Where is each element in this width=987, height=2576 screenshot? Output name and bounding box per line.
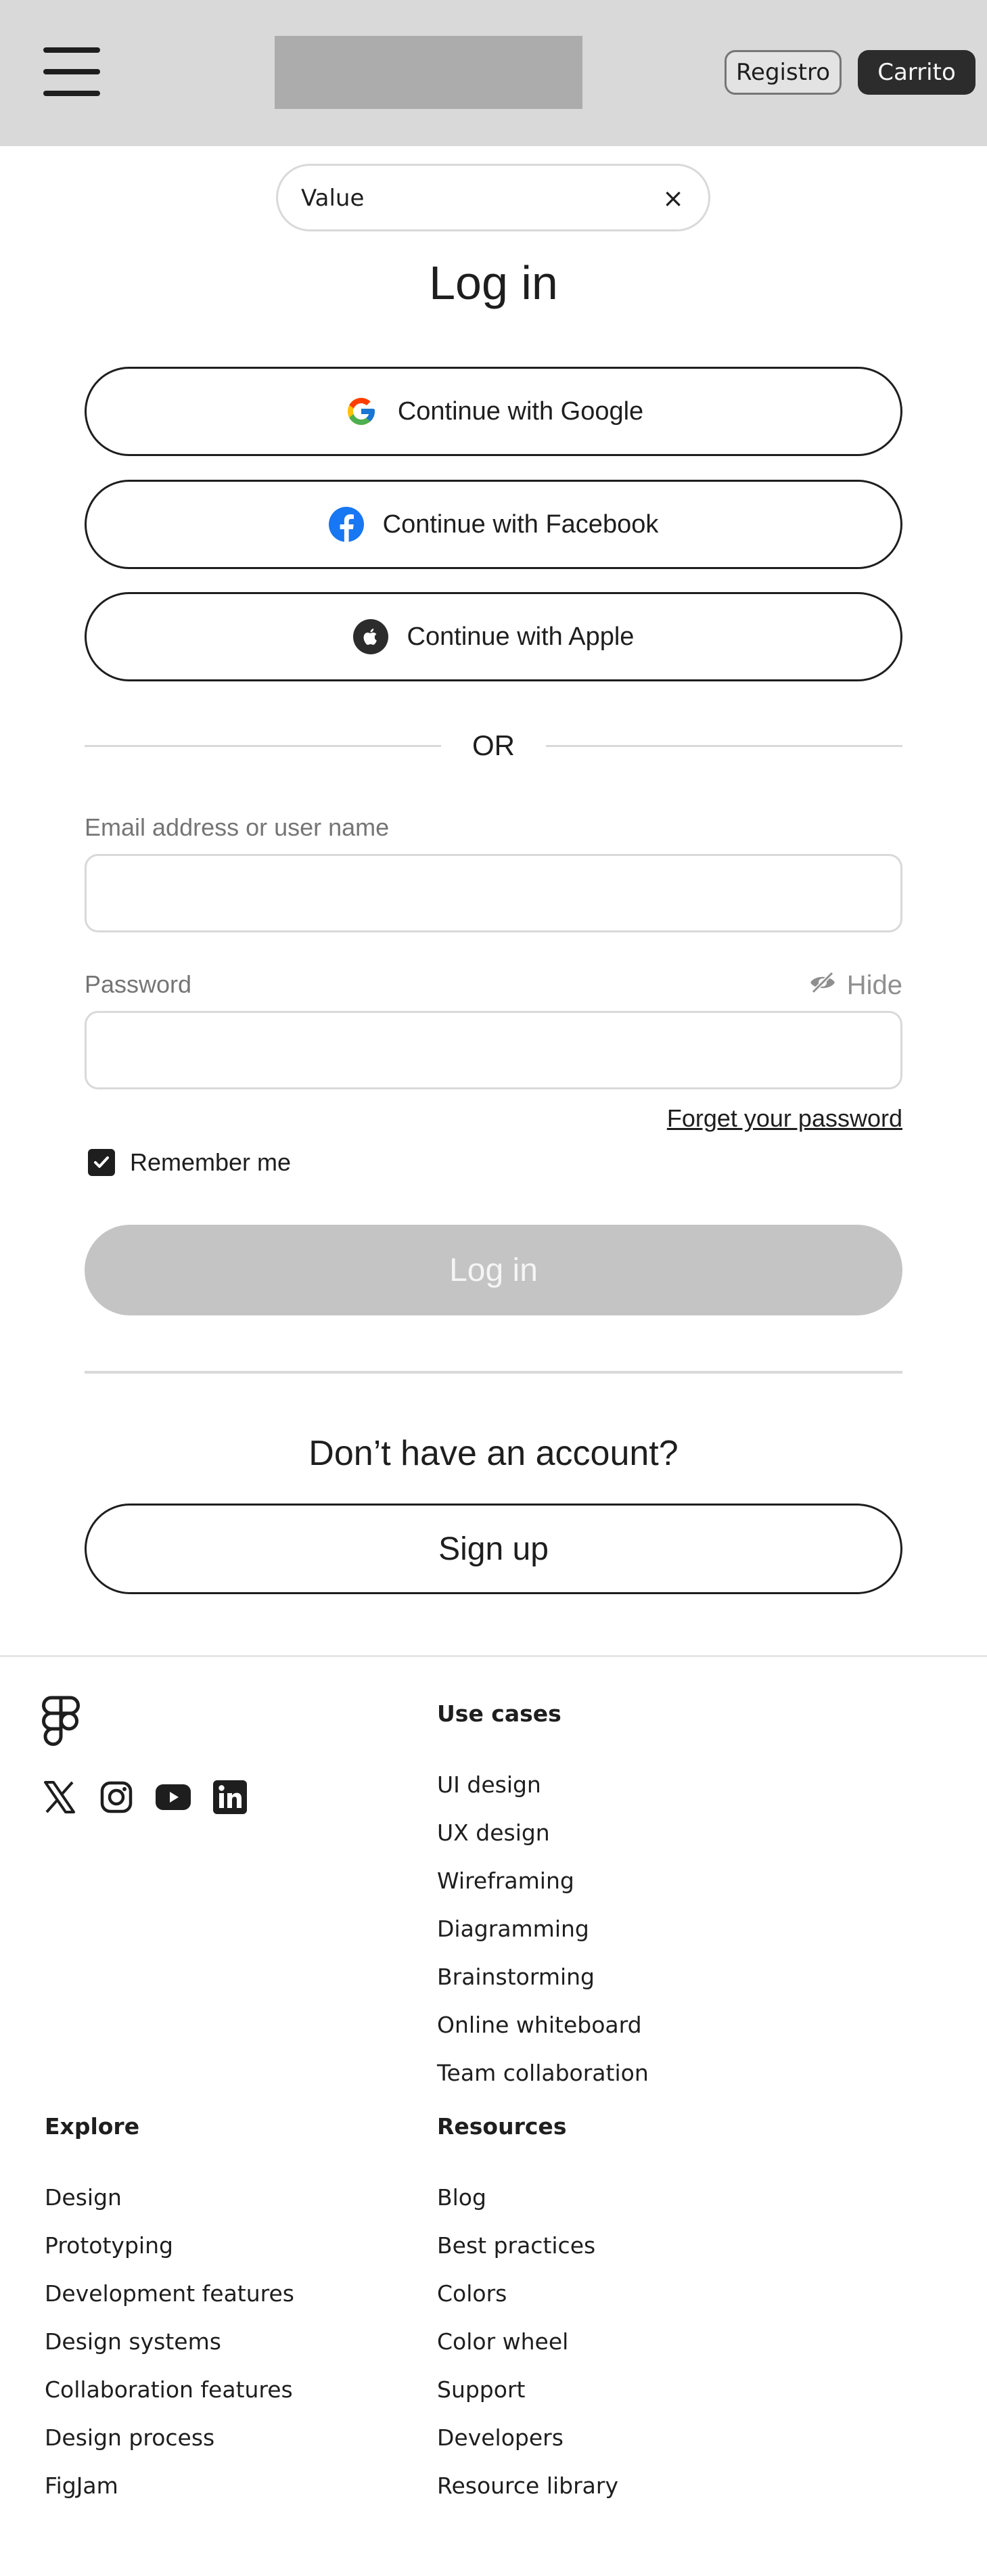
footer-link[interactable]: Development features <box>45 2280 294 2328</box>
footer-link[interactable]: Blog <box>437 2184 618 2232</box>
hide-label: Hide <box>846 970 902 1000</box>
footer-explore-title: Explore <box>45 2113 140 2140</box>
footer-resources-title: Resources <box>437 2113 567 2140</box>
footer-use-cases-title: Use cases <box>437 1700 561 1727</box>
footer-link[interactable]: Diagramming <box>437 1916 649 1964</box>
footer-link[interactable]: Support <box>437 2376 618 2424</box>
figma-logo-icon[interactable] <box>42 1696 80 1753</box>
footer-use-cases-list: UI design UX design Wireframing Diagramm… <box>437 1771 649 2108</box>
sign-up-button[interactable]: Sign up <box>85 1504 902 1594</box>
google-icon <box>344 394 379 429</box>
registro-button[interactable]: Registro <box>725 50 842 95</box>
footer-link[interactable]: Design process <box>45 2424 294 2472</box>
x-icon[interactable] <box>42 1780 77 1815</box>
logo-placeholder <box>275 36 582 109</box>
footer-link[interactable]: FigJam <box>45 2472 294 2521</box>
continue-with-facebook-button[interactable]: Continue with Facebook <box>85 480 902 569</box>
continue-with-google-button[interactable]: Continue with Google <box>85 367 902 456</box>
search-input-value: Value <box>301 185 365 212</box>
hide-password-toggle[interactable]: Hide <box>809 970 902 1001</box>
facebook-button-label: Continue with Facebook <box>382 510 659 539</box>
footer-link[interactable]: Team collaboration <box>437 2060 649 2108</box>
remember-me-label: Remember me <box>130 1148 292 1176</box>
email-field-label: Email address or user name <box>85 813 390 841</box>
log-in-button[interactable]: Log in <box>85 1225 902 1315</box>
footer-explore-list: Design Prototyping Development features … <box>45 2184 294 2521</box>
top-header: Registro Carrito <box>0 0 987 146</box>
footer-link[interactable]: Best practices <box>437 2232 618 2280</box>
no-account-prompt: Don’t have an account? <box>308 1434 679 1473</box>
email-field[interactable] <box>85 854 902 932</box>
continue-with-apple-button[interactable]: Continue with Apple <box>85 592 902 681</box>
password-field-label: Password <box>85 970 192 998</box>
footer-link[interactable]: UI design <box>437 1771 649 1820</box>
forgot-password-link[interactable]: Forget your password <box>667 1104 902 1133</box>
hamburger-menu-icon[interactable] <box>43 47 100 96</box>
close-icon[interactable]: × <box>658 183 688 213</box>
apple-button-label: Continue with Apple <box>407 622 635 651</box>
footer-link[interactable]: Colors <box>437 2280 618 2328</box>
footer-link[interactable]: Collaboration features <box>45 2376 294 2424</box>
footer-link[interactable]: Color wheel <box>437 2328 618 2376</box>
checkmark-icon <box>88 1149 115 1176</box>
apple-icon <box>352 619 388 654</box>
footer-link[interactable]: Design <box>45 2184 294 2232</box>
remember-me-checkbox[interactable]: Remember me <box>88 1148 291 1177</box>
footer-link[interactable]: Wireframing <box>437 1868 649 1916</box>
social-links <box>42 1780 248 1815</box>
footer-link[interactable]: Brainstorming <box>437 1964 649 2012</box>
divider <box>85 1371 902 1374</box>
carrito-button[interactable]: Carrito <box>858 50 975 95</box>
footer-link[interactable]: Developers <box>437 2424 618 2472</box>
footer-resources-list: Blog Best practices Colors Color wheel S… <box>437 2184 618 2521</box>
search-input[interactable]: Value × <box>276 164 710 231</box>
footer-link[interactable]: Resource library <box>437 2472 618 2521</box>
linkedin-icon[interactable] <box>212 1780 248 1815</box>
facebook-icon <box>328 507 364 542</box>
or-divider-right <box>546 745 902 747</box>
password-field[interactable] <box>85 1011 902 1089</box>
instagram-icon[interactable] <box>99 1780 134 1815</box>
page-title: Log in <box>429 256 558 309</box>
eye-off-icon <box>809 970 836 1001</box>
google-button-label: Continue with Google <box>397 397 644 426</box>
footer-link[interactable]: UX design <box>437 1820 649 1868</box>
footer-link[interactable]: Prototyping <box>45 2232 294 2280</box>
footer-link[interactable]: Design systems <box>45 2328 294 2376</box>
footer-link[interactable]: Online whiteboard <box>437 2012 649 2060</box>
footer-divider <box>0 1655 987 1657</box>
youtube-icon[interactable] <box>156 1780 191 1815</box>
